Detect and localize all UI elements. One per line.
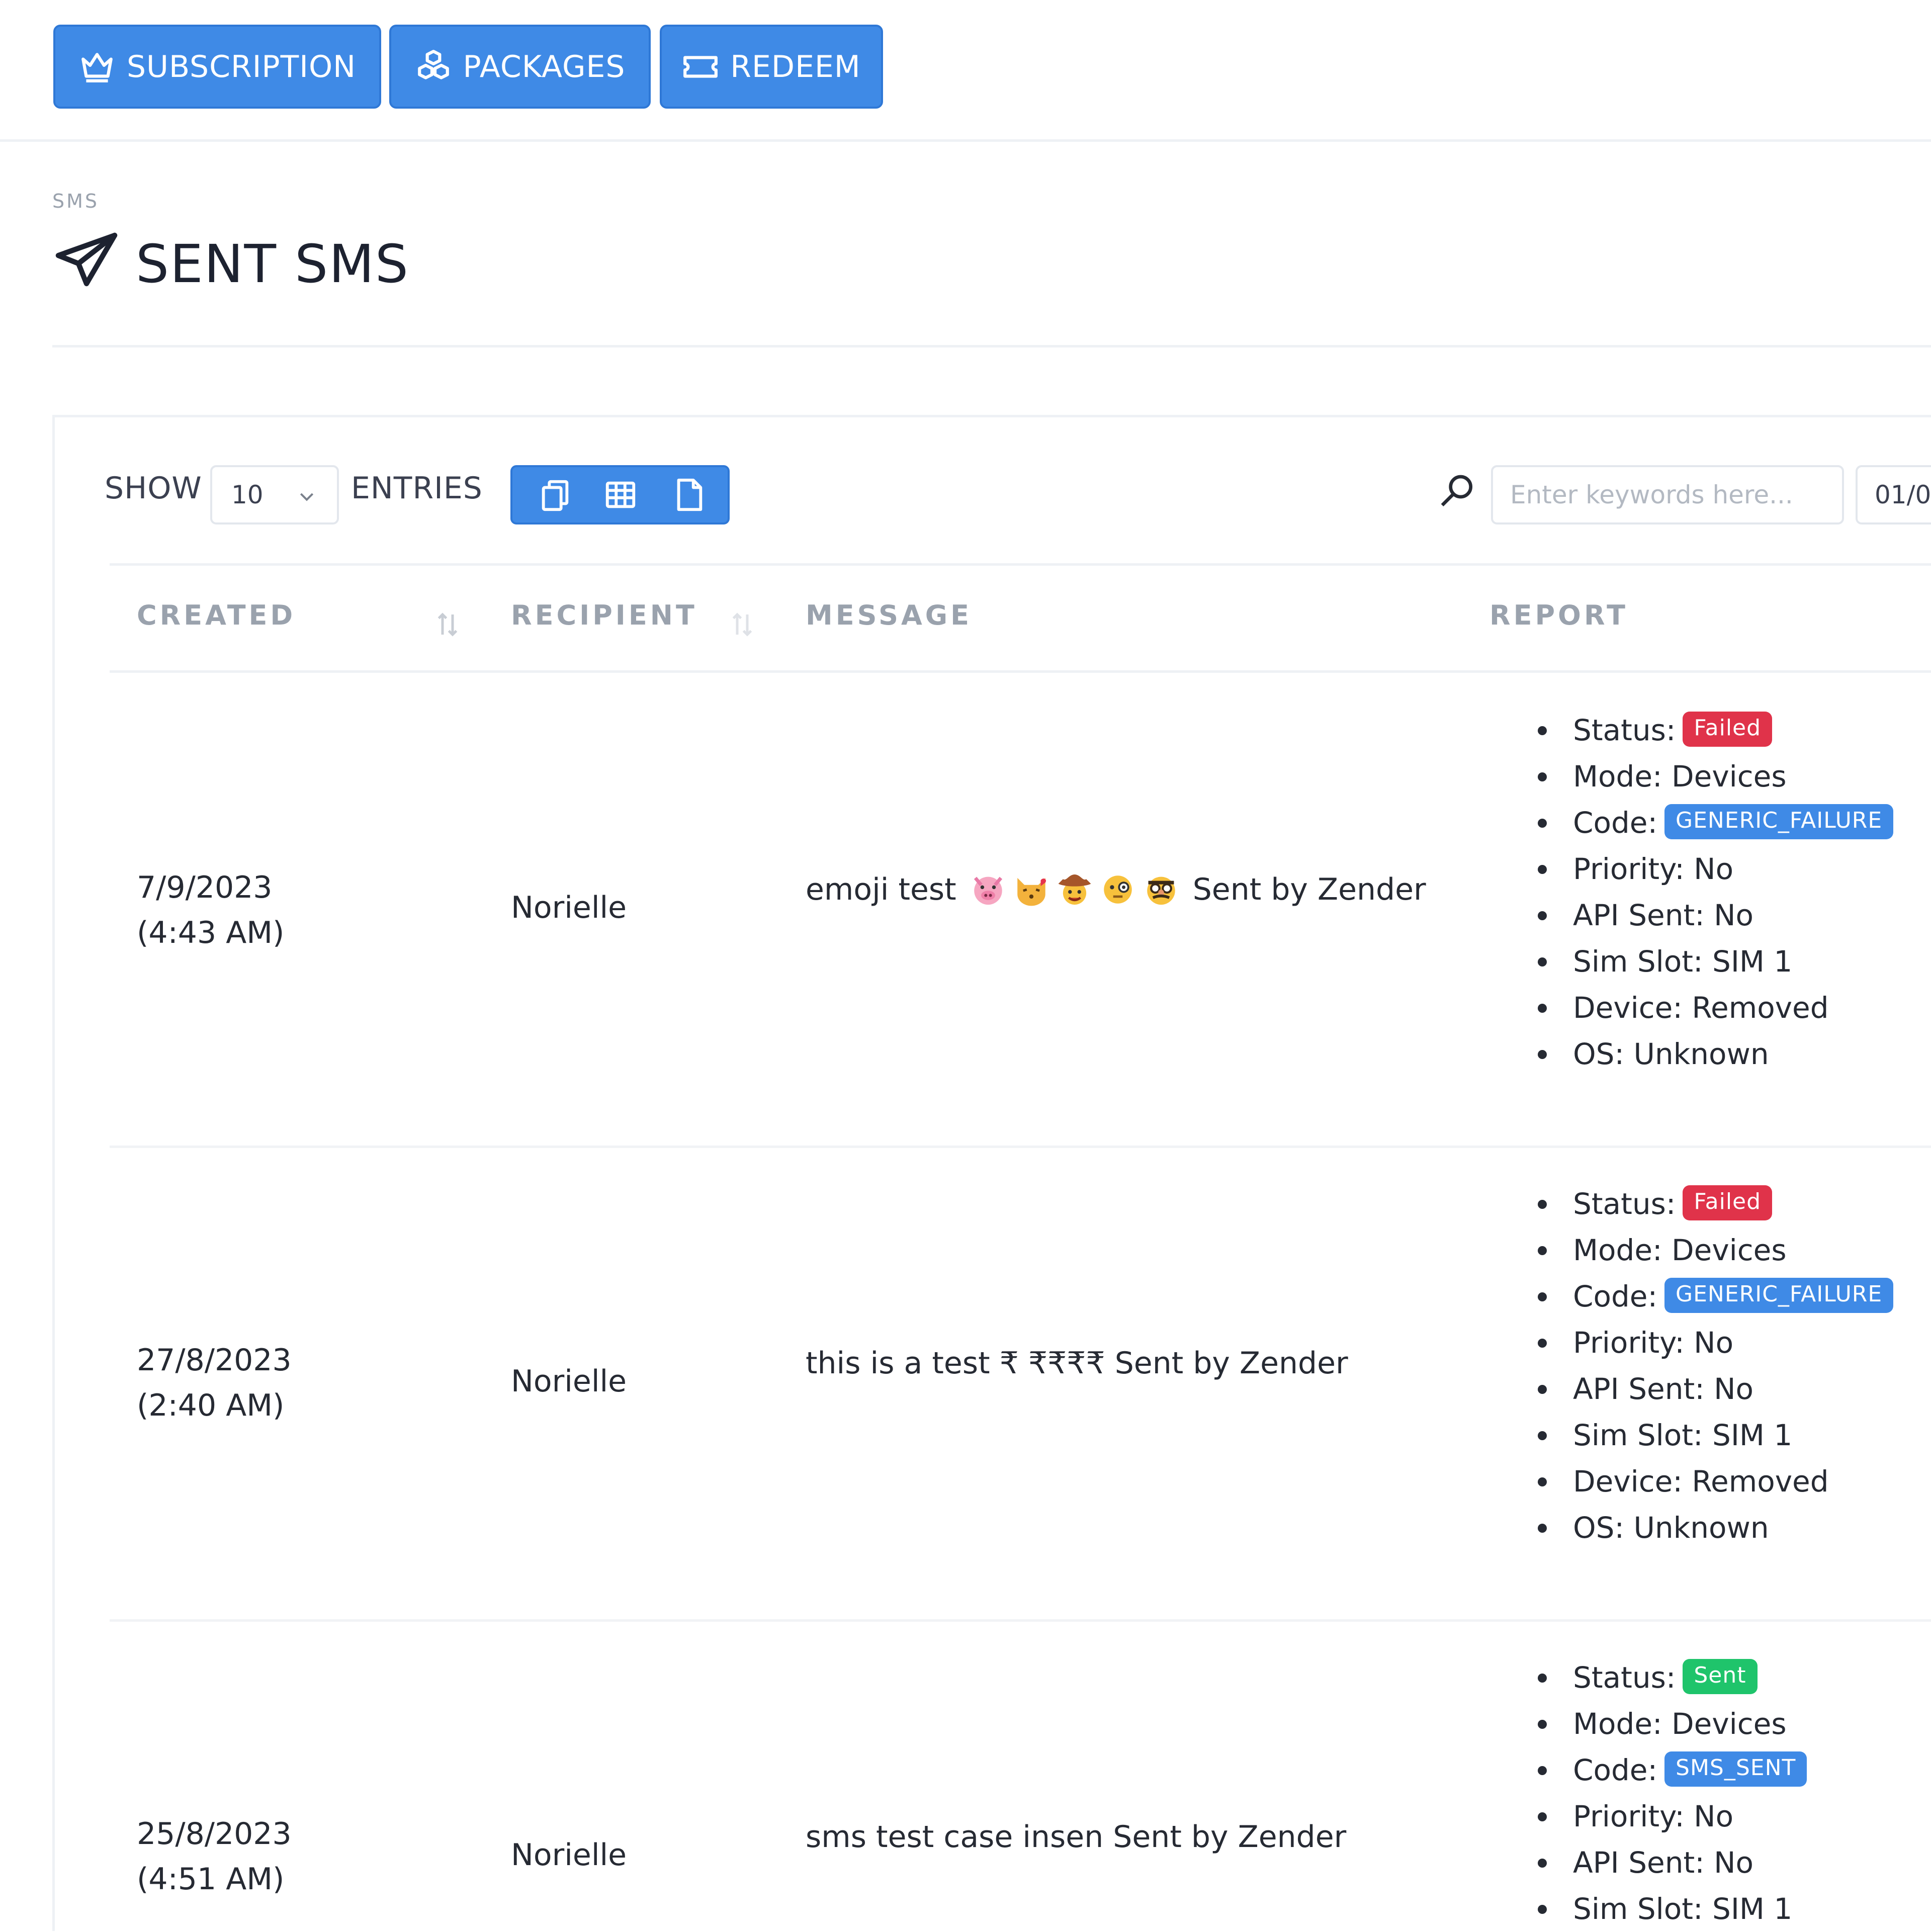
- show-label: SHOW: [105, 471, 202, 506]
- sort-icon[interactable]: [727, 609, 757, 640]
- report-os: OS: Unknown: [1529, 1505, 1893, 1551]
- recipient-cell: Norielle: [511, 1837, 627, 1873]
- packages-button[interactable]: PACKAGES: [389, 25, 651, 109]
- sort-icon[interactable]: [432, 609, 463, 640]
- recipient-cell: Norielle: [511, 1364, 627, 1399]
- status-label: Status:: [1573, 713, 1676, 747]
- created-time: (4:43 AM): [137, 915, 285, 950]
- pig-face-emoji: [974, 876, 1002, 905]
- message-cell: sms test case insen Sent by Zender: [806, 1819, 1347, 1855]
- header-divider: [52, 345, 1931, 347]
- created-cell: 7/9/2023 (4:43 AM): [137, 865, 284, 955]
- entries-label: ENTRIES: [351, 471, 483, 506]
- status-badge: Sent: [1683, 1658, 1758, 1694]
- report-status: Status: Sent: [1529, 1654, 1807, 1701]
- status-badge: Failed: [1683, 1185, 1773, 1220]
- code-label: Code:: [1573, 1279, 1658, 1313]
- report-device: Device: Removed: [1529, 985, 1893, 1031]
- report-device: Device: Removed: [1529, 1458, 1893, 1505]
- report-priority: Priority: No: [1529, 1320, 1893, 1366]
- report-priority: Priority: No: [1529, 846, 1893, 892]
- created-time: (2:40 AM): [137, 1388, 285, 1423]
- code-badge: GENERIC_FAILURE: [1664, 1277, 1894, 1313]
- column-message: MESSAGE: [806, 599, 972, 631]
- copy-icon[interactable]: [538, 477, 573, 512]
- export-button-group: [510, 465, 730, 524]
- code-label: Code:: [1573, 1753, 1658, 1787]
- crown-icon: [81, 52, 113, 82]
- subscription-button[interactable]: SUBSCRIPTION: [53, 25, 381, 109]
- kissing-cat-emoji: [1017, 877, 1046, 906]
- date-filter-value: 01/0: [1875, 480, 1931, 509]
- report-api-sent: API Sent: No: [1529, 1839, 1807, 1886]
- created-date: 7/9/2023: [137, 870, 273, 905]
- search-input[interactable]: [1491, 465, 1844, 524]
- report-sim-slot: Sim Slot: SIM 1: [1529, 938, 1893, 985]
- boxes-icon: [417, 49, 449, 79]
- code-badge: SMS_SENT: [1664, 1751, 1807, 1787]
- breadcrumb: SMS: [52, 190, 100, 212]
- packages-label: PACKAGES: [463, 49, 626, 84]
- report-mode: Mode: Devices: [1529, 753, 1893, 800]
- status-label: Status:: [1573, 1187, 1676, 1221]
- monocle-face-emoji: [1103, 875, 1132, 904]
- message-suffix: Sent by Zender: [1192, 872, 1426, 907]
- redeem-label: REDEEM: [730, 49, 861, 84]
- column-created[interactable]: CREATED: [137, 599, 296, 631]
- search-icon[interactable]: [1437, 472, 1477, 512]
- created-time: (4:51 AM): [137, 1862, 285, 1897]
- report-list: Status: Failed Mode: Devices Code: GENERIC…: [1529, 1181, 1894, 1551]
- send-icon: [55, 232, 118, 287]
- created-cell: 27/8/2023 (2:40 AM): [137, 1338, 292, 1428]
- subscription-label: SUBSCRIPTION: [126, 49, 357, 84]
- created-cell: 25/8/2023 (4:51 AM): [137, 1811, 292, 1902]
- message-prefix: emoji test: [806, 872, 956, 907]
- report-os: OS: Unknown: [1529, 1031, 1893, 1077]
- file-icon[interactable]: [671, 477, 707, 512]
- report-status: Status: Failed: [1529, 707, 1893, 753]
- table-header: [110, 563, 1931, 673]
- entries-select[interactable]: 10: [210, 465, 339, 524]
- date-filter-input[interactable]: 01/0: [1856, 465, 1931, 524]
- code-badge: GENERIC_FAILURE: [1664, 804, 1894, 839]
- report-sim-slot: Sim Slot: SIM 1: [1529, 1412, 1893, 1458]
- created-date: 25/8/2023: [137, 1816, 292, 1852]
- message-cell: emoji test Sent by Zender: [806, 871, 1426, 908]
- status-label: Status:: [1573, 1660, 1676, 1695]
- report-status: Status: Failed: [1529, 1181, 1893, 1227]
- report-list: Status: Failed Mode: Devices Code: GENERIC…: [1529, 707, 1894, 1077]
- disguised-face-emoji: [1147, 876, 1175, 905]
- redeem-button[interactable]: REDEEM: [660, 25, 883, 109]
- column-recipient[interactable]: RECIPIENT: [511, 599, 697, 631]
- report-list: Status: Sent Mode: Devices Code: SMS_SENT …: [1529, 1654, 1807, 1932]
- report-code: Code: GENERIC_FAILURE: [1529, 800, 1894, 846]
- report-api-sent: API Sent: No: [1529, 892, 1893, 938]
- status-badge: Failed: [1683, 711, 1773, 747]
- created-date: 27/8/2023: [137, 1343, 292, 1378]
- report-mode: Mode: Devices: [1529, 1701, 1807, 1747]
- report-sim-slot: Sim Slot: SIM 1: [1529, 1886, 1807, 1932]
- cowboy-face-emoji: [1058, 874, 1091, 905]
- column-report: REPORT: [1489, 599, 1628, 631]
- top-toolbar: SUBSCRIPTION PACKAGES REDEEM: [0, 0, 1931, 142]
- message-cell: this is a test ₹ ₹₹₹₹ Sent by Zender: [806, 1346, 1348, 1381]
- page-title: SENT SMS: [136, 233, 409, 295]
- report-code: Code: SMS_SENT: [1529, 1747, 1807, 1793]
- code-label: Code:: [1573, 806, 1658, 840]
- excel-icon[interactable]: [603, 477, 638, 512]
- entries-value: 10: [231, 480, 264, 509]
- report-priority: Priority: No: [1529, 1793, 1807, 1839]
- ticket-icon: [683, 55, 718, 78]
- report-code: Code: GENERIC_FAILURE: [1529, 1273, 1894, 1320]
- recipient-cell: Norielle: [511, 890, 627, 925]
- report-mode: Mode: Devices: [1529, 1227, 1893, 1273]
- chevron-down-icon: [300, 493, 314, 501]
- report-api-sent: API Sent: No: [1529, 1366, 1893, 1412]
